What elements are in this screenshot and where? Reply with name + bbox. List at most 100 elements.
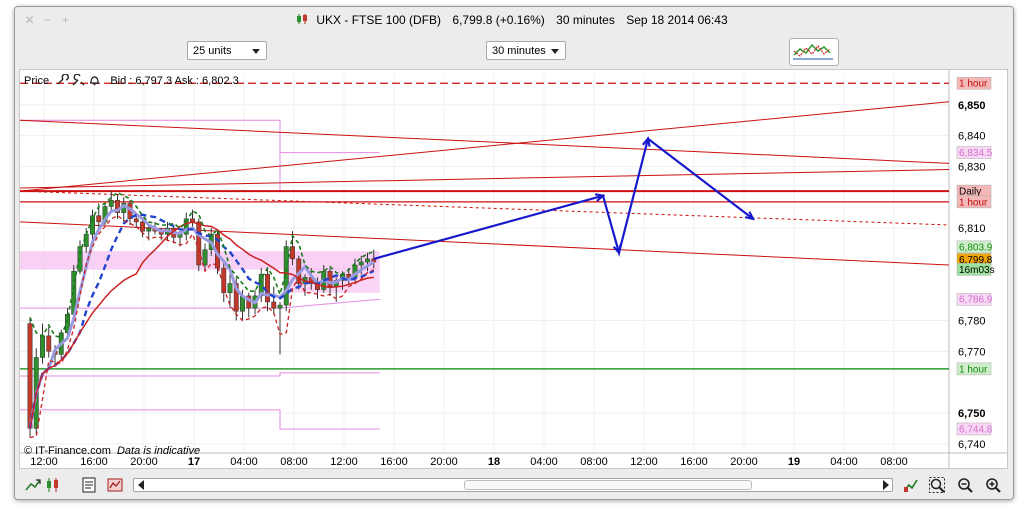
axis-tag-label: 1 hour: [959, 79, 988, 90]
price-tick-label: 6,750: [958, 408, 986, 420]
time-tick-label: 04:00: [830, 456, 858, 468]
time-tick-label: 08:00: [580, 456, 608, 468]
price-chart[interactable]: 6,850 6,840 6,830 6,810 6,780 6,770 6,750 6,740…: [20, 70, 1007, 468]
time-tick-label: 12:00: [30, 456, 58, 468]
credit-source: © IT-Finance.com: [24, 445, 111, 457]
candle-body: [108, 200, 114, 207]
units-select[interactable]: 25 units: [187, 41, 267, 60]
axis-tag-label: 6,803.9: [959, 242, 993, 253]
trend-line: [20, 169, 950, 189]
candle-body: [146, 227, 152, 232]
candle-body: [46, 335, 52, 352]
axis-tag-label: 1 hour: [959, 364, 988, 375]
candle-body: [140, 221, 145, 232]
candle-body: [40, 335, 45, 358]
candle-body: [271, 301, 277, 309]
candle-body: [227, 283, 233, 294]
time-tick-label: 18: [488, 456, 500, 468]
window-title: UKX - FTSE 100 (DFB) 6,799.8 (+0.16%) 30…: [15, 13, 1013, 27]
candlestick-type-icon[interactable]: [45, 477, 61, 493]
draw-line-icon[interactable]: [25, 477, 41, 493]
document-icon[interactable]: [81, 477, 97, 493]
trend-lines: [20, 82, 950, 370]
indicator-icon[interactable]: [107, 477, 123, 493]
candle-body: [277, 304, 283, 309]
trend-line: [20, 119, 950, 164]
zoom-fit-icon[interactable]: [929, 477, 945, 493]
time-tick-label: 20:00: [730, 456, 758, 468]
axis-tag-label: 6,834.5: [959, 148, 993, 159]
axis-tag-label: 16m03s: [959, 265, 995, 276]
time-scrollbar[interactable]: [133, 478, 893, 492]
time-tick-label: 16:00: [80, 456, 108, 468]
candlestick-icon: [297, 14, 308, 24]
candle-body: [365, 258, 370, 263]
wrench-icon[interactable]: [56, 73, 70, 86]
scroll-right-icon[interactable]: [883, 480, 889, 490]
time-tick-label: 20:00: [130, 456, 158, 468]
time-tick-label: 19: [788, 456, 800, 468]
title-datetime: Sep 18 2014 06:43: [626, 13, 728, 27]
units-select-value: 25 units: [193, 45, 232, 57]
scroll-left-icon[interactable]: [138, 480, 144, 490]
axis-tag-label: 1 hour: [959, 197, 988, 208]
envelope-lower: [20, 372, 380, 377]
time-tick-label: 04:00: [230, 456, 258, 468]
time-tick-label: 12:00: [330, 456, 358, 468]
interval-select[interactable]: 30 minutes: [486, 41, 566, 60]
zoom-out-icon[interactable]: [957, 477, 973, 493]
chart-toolbar: 25 units 30 minutes: [15, 33, 1013, 69]
candle-body: [133, 218, 139, 223]
chart-window: ✕ − + UKX - FTSE 100 (DFB) 6,799.8 (+0.1…: [14, 6, 1014, 500]
candle-body: [202, 249, 208, 266]
title-instrument: UKX - FTSE 100 (DFB): [316, 13, 442, 27]
price-tick-label: 6,770: [958, 346, 986, 358]
bottom-toolbar: [15, 471, 1013, 499]
price-label: Price: [24, 75, 50, 87]
time-tick-label: 16:00: [680, 456, 708, 468]
data-credit: © IT-Finance.com Data is indicative: [24, 445, 200, 457]
title-bar[interactable]: ✕ − + UKX - FTSE 100 (DFB) 6,799.8 (+0.1…: [15, 7, 1013, 33]
chevron-down-icon: [551, 49, 559, 54]
time-tick-label: 20:00: [430, 456, 458, 468]
price-tick-label: 6,850: [958, 100, 986, 112]
moving-averages: [28, 191, 375, 439]
axis-tag-label: 6,786.9: [959, 295, 993, 306]
candle-body: [265, 274, 270, 303]
trend-line: [20, 101, 950, 192]
price-tick-label: 6,740: [958, 439, 986, 451]
price-tick-label: 6,810: [958, 223, 986, 235]
candle-body: [358, 261, 364, 266]
time-tick-label: 17: [188, 456, 200, 468]
price-axis: 6,850 6,840 6,830 6,810 6,780 6,770 6,750 6,740…: [956, 76, 995, 451]
bell-icon[interactable]: [88, 74, 101, 86]
chart-template-button[interactable]: [789, 38, 839, 66]
interval-select-value: 30 minutes: [492, 45, 546, 57]
price-tick-label: 6,840: [958, 131, 986, 143]
chevron-down-icon: [252, 49, 260, 54]
envelope-upper: [20, 119, 380, 192]
scroll-thumb[interactable]: [464, 480, 752, 490]
axis-tag-label: 6,744.8: [959, 424, 993, 435]
credit-disclaimer: Data is indicative: [116, 445, 201, 457]
price-tick-label: 6,830: [958, 161, 986, 173]
time-tick-label: 08:00: [880, 456, 908, 468]
ma-lavender: [28, 203, 375, 429]
time-tick-label: 12:00: [630, 456, 658, 468]
time-tick-label: 08:00: [280, 456, 308, 468]
bid-ask: Bid : 6,797.3 Ask : 6,802.3: [110, 75, 239, 87]
chart-header: Price Bid : 6,797.3 Ask : 6,802.3: [24, 73, 239, 87]
time-tick-label: 16:00: [380, 456, 408, 468]
zoom-in-icon[interactable]: [985, 477, 1001, 493]
title-price: 6,799.8 (+0.16%): [452, 13, 545, 27]
time-axis: 12:00 16:00 20:00 17 04:00 08:00 12:00 16:00 20:…: [30, 456, 908, 468]
price-tick-label: 6,780: [958, 316, 986, 328]
chart-template-icon: [793, 43, 833, 60]
settings-icon[interactable]: [72, 73, 85, 86]
candle-body: [196, 221, 202, 266]
candle-body: [96, 215, 102, 223]
title-interval: 30 minutes: [556, 13, 615, 27]
chart-area[interactable]: 6,850 6,840 6,830 6,810 6,780 6,770 6,750 6,740…: [19, 69, 1008, 469]
time-tick-label: 04:00: [530, 456, 558, 468]
draw-tool-icon[interactable]: [903, 477, 919, 493]
